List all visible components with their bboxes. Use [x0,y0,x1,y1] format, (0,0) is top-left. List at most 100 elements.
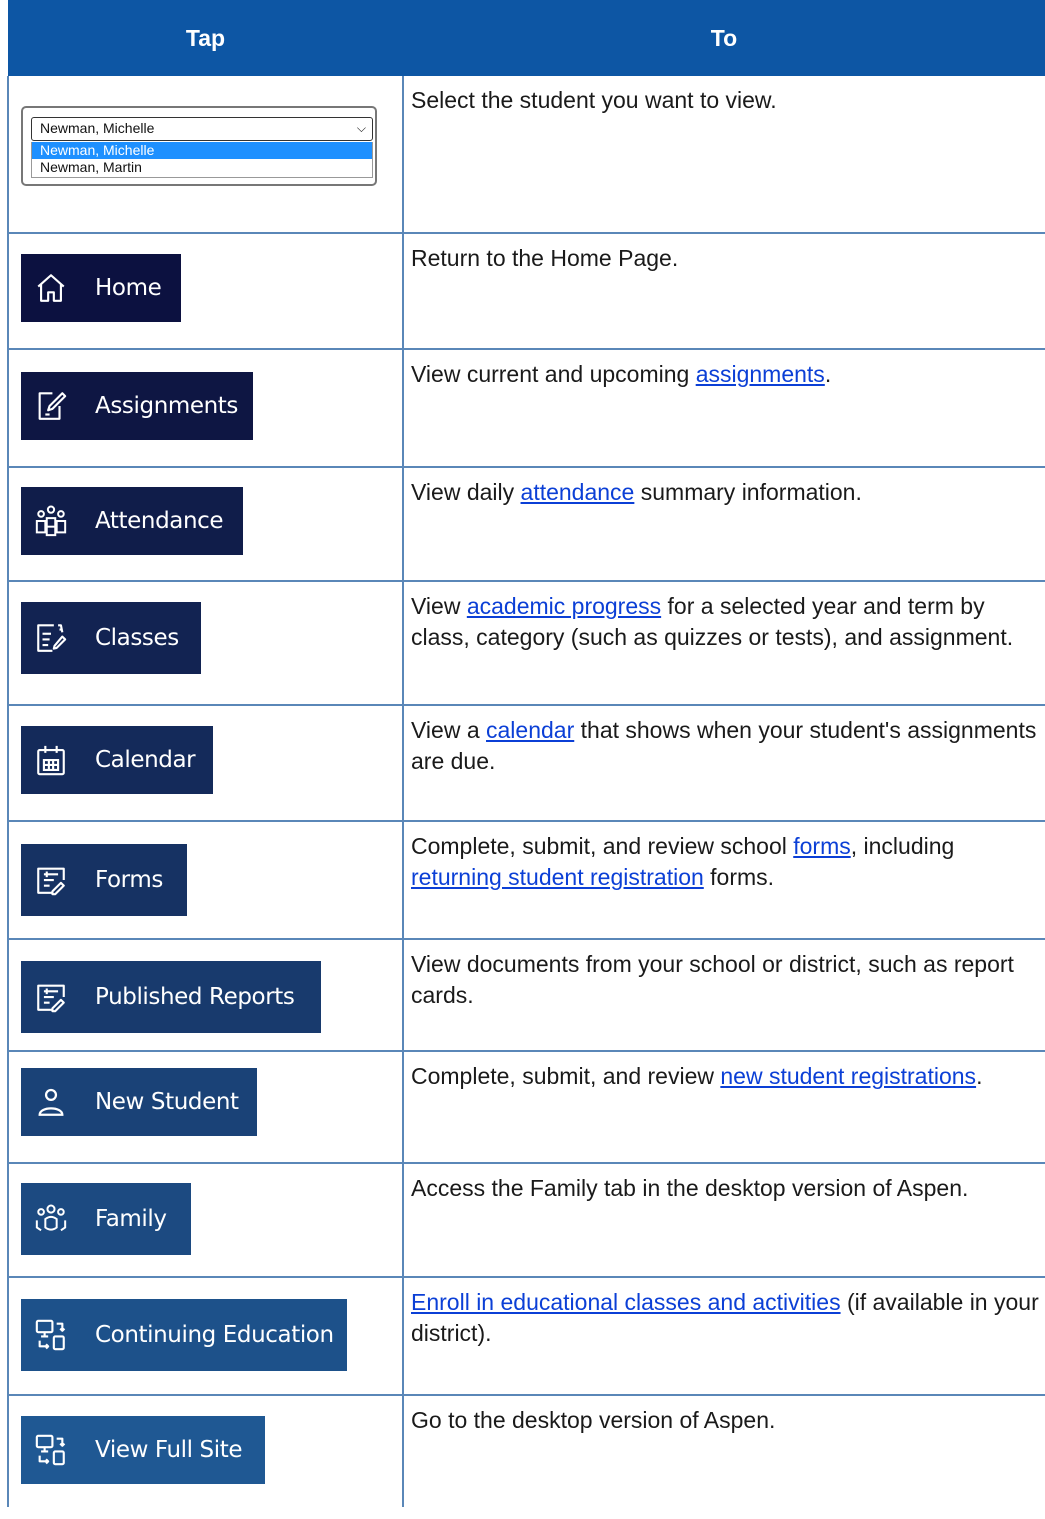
continuing-education-button[interactable]: Continuing Education [21,1299,347,1371]
classes-button[interactable]: Classes [21,602,201,674]
enroll-link[interactable]: Enroll in educational classes and activi… [411,1289,841,1315]
calendar-button[interactable]: Calendar [21,726,213,794]
table-row: Family Access the Family tab in the desk… [7,1163,1045,1278]
button-label: Attendance [95,508,224,534]
text-segment: View daily [411,479,521,505]
document-list-icon [33,979,69,1015]
forms-link[interactable]: forms [793,833,851,859]
tap-cell: Newman, Michelle ⌵ Newman, Michelle Newm… [7,76,403,234]
published-reports-button[interactable]: Published Reports [21,961,321,1033]
text-segment: View [411,593,467,619]
tap-cell: New Student [7,1051,403,1164]
chevron-down-icon: ⌵ [356,121,366,135]
people-group-icon [33,503,69,539]
table-row: Continuing Education Enroll in education… [7,1277,1045,1396]
header-to: To [403,0,1045,76]
text-segment: Complete, submit, and review school [411,833,794,859]
description-text: View documents from your school or distr… [411,951,1014,1008]
calendar-link[interactable]: calendar [486,717,574,743]
table-row: Home Return to the Home Page. [7,233,1045,350]
button-label: New Student [95,1089,239,1115]
table-row: Calendar View a calendar that shows when… [7,705,1045,822]
table-row: Classes View academic progress for a sel… [7,581,1045,706]
description-cell: Access the Family tab in the desktop ver… [402,1163,1045,1278]
reference-table: Tap To Newman, Michelle ⌵ Newman, Michel… [7,0,1045,1507]
description-text: Access the Family tab in the desktop ver… [411,1175,969,1201]
attendance-link[interactable]: attendance [521,479,635,505]
text-segment: View a [411,717,487,743]
description-cell: View documents from your school or distr… [402,939,1045,1052]
select-option[interactable]: Newman, Martin [32,159,372,176]
text-segment: , including [850,833,955,859]
assignments-link[interactable]: assignments [696,361,825,387]
switch-device-icon [33,1432,69,1468]
tap-cell: Continuing Education [7,1277,403,1396]
tap-cell: Home [7,233,403,350]
description-text: View current and upcoming assignments. [404,350,1045,390]
table-row: View Full Site Go to the desktop version… [7,1395,1045,1507]
text-segment: forms. [703,864,775,890]
description-cell: Enroll in educational classes and activi… [402,1277,1045,1396]
button-label: Home [95,275,162,301]
tap-cell: Calendar [7,705,403,822]
description-text: Select the student you want to view. [411,87,777,113]
student-select[interactable]: Newman, Michelle ⌵ [31,117,373,141]
description-cell: Complete, submit, and review school form… [402,821,1045,940]
button-label: Calendar [95,747,196,773]
assignments-button[interactable]: Assignments [21,372,253,440]
family-button[interactable]: Family [21,1183,191,1255]
description-cell: View academic progress for a selected ye… [402,581,1045,706]
tap-cell: Published Reports [7,939,403,1052]
select-options: Newman, Michelle Newman, Martin [31,142,373,178]
home-button[interactable]: Home [21,254,181,322]
description-text: Complete, submit, and review new student… [404,1052,1045,1092]
description-text: Complete, submit, and review school form… [404,822,1045,893]
view-full-site-button[interactable]: View Full Site [21,1416,265,1484]
description-text: View daily attendance summary informatio… [404,468,1045,508]
new-student-button[interactable]: New Student [21,1068,257,1136]
calendar-icon [33,742,69,778]
table-row: New Student Complete, submit, and review… [7,1051,1045,1164]
description-cell: View daily attendance summary informatio… [402,467,1045,582]
forms-button[interactable]: Forms [21,844,187,916]
button-label: Family [95,1206,167,1232]
description-text: Enroll in educational classes and activi… [404,1278,1045,1349]
tap-cell: Family [7,1163,403,1278]
button-label: View Full Site [95,1437,243,1463]
table-row: Assignments View current and upcoming as… [7,349,1045,468]
description-cell: Go to the desktop version of Aspen. [402,1395,1045,1507]
attendance-button[interactable]: Attendance [21,487,243,555]
description-cell: View current and upcoming assignments. [402,349,1045,468]
person-icon [33,1084,69,1120]
table-row: Forms Complete, submit, and review schoo… [7,821,1045,940]
new-student-registrations-link[interactable]: new student registrations [720,1063,976,1089]
home-icon [33,270,69,306]
academic-progress-link[interactable]: academic progress [467,593,661,619]
description-cell: Return to the Home Page. [402,233,1045,350]
tap-cell: Classes [7,581,403,706]
select-current-value: Newman, Michelle [40,120,155,136]
table-header-row: Tap To [8,0,1045,76]
tap-cell: View Full Site [7,1395,403,1507]
description-text: Go to the desktop version of Aspen. [411,1407,776,1433]
table-row: Newman, Michelle ⌵ Newman, Michelle Newm… [7,76,1045,234]
student-selector[interactable]: Newman, Michelle ⌵ Newman, Michelle Newm… [21,106,377,186]
description-cell: View a calendar that shows when your stu… [402,705,1045,822]
family-icon [33,1201,69,1237]
select-option[interactable]: Newman, Michelle [32,142,372,159]
text-segment: Complete, submit, and review [411,1063,721,1089]
switch-device-icon [33,1317,69,1353]
description-cell: Select the student you want to view. [402,76,1045,234]
text-segment: . [976,1063,983,1089]
returning-student-registration-link[interactable]: returning student registration [411,864,704,890]
description-cell: Complete, submit, and review new student… [402,1051,1045,1164]
form-icon [33,862,69,898]
button-label: Continuing Education [95,1322,334,1348]
description-text: View a calendar that shows when your stu… [404,706,1045,777]
gradebook-icon [33,620,69,656]
tap-cell: Forms [7,821,403,940]
tap-cell: Assignments [7,349,403,468]
edit-note-icon [33,388,69,424]
button-label: Classes [95,625,179,651]
description-text: View academic progress for a selected ye… [404,582,1045,653]
